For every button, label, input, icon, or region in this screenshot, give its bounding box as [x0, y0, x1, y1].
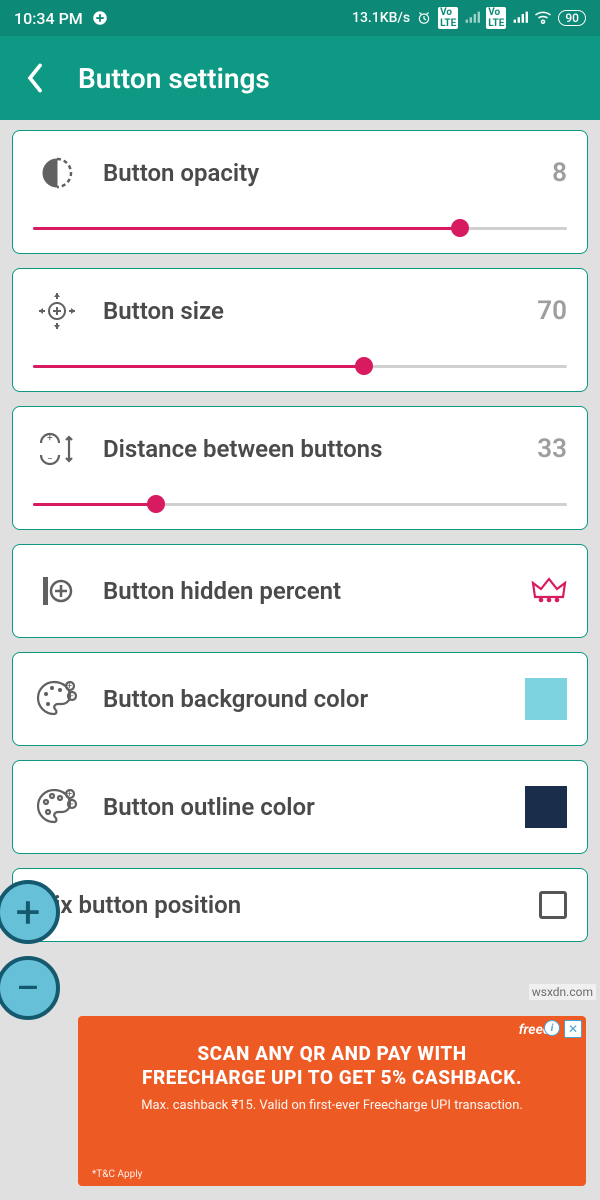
crown-icon	[531, 575, 567, 607]
title-bar: Button settings	[0, 36, 600, 120]
setting-opacity[interactable]: Button opacity 8	[12, 130, 588, 254]
svg-text:−: −	[69, 692, 74, 702]
distance-icon: +−	[33, 425, 81, 473]
signal-icon-2	[512, 11, 528, 25]
fix-position-label: Fix button position	[41, 891, 517, 919]
opacity-label: Button opacity	[103, 159, 530, 187]
settings-list: Button opacity 8 Button size 70 +− Dista…	[0, 120, 600, 942]
setting-hidden-percent[interactable]: Button hidden percent	[12, 544, 588, 638]
opacity-icon	[33, 149, 81, 197]
bg-color-swatch[interactable]	[525, 678, 567, 720]
palette-outline-icon: +−	[33, 783, 81, 831]
status-bar: 10:34 PM 13.1KB/s VoLTE VoLTE 90	[0, 0, 600, 36]
floating-zoom-out[interactable]: −	[0, 956, 60, 1020]
opacity-slider[interactable]	[33, 219, 567, 237]
svg-text:+: +	[47, 433, 53, 444]
signal-icon-1	[464, 11, 480, 25]
distance-slider[interactable]	[33, 495, 567, 513]
wifi-icon	[534, 11, 552, 25]
opacity-value: 8	[552, 158, 567, 188]
setting-distance[interactable]: +− Distance between buttons 33	[12, 406, 588, 530]
battery-indicator: 90	[558, 10, 586, 26]
distance-value: 33	[537, 434, 567, 464]
distance-label: Distance between buttons	[103, 435, 515, 463]
palette-icon: +−	[33, 675, 81, 723]
watermark: wsxdn.com	[529, 984, 596, 1000]
svg-text:+: +	[67, 790, 72, 800]
outline-color-swatch[interactable]	[525, 786, 567, 828]
ad-headline-2: FREECHARGE UPI TO GET 5% CASHBACK.	[98, 1066, 566, 1090]
setting-size[interactable]: Button size 70	[12, 268, 588, 392]
volte-badge-1: VoLTE	[438, 7, 458, 29]
setting-outline-color[interactable]: +− Button outline color	[12, 760, 588, 854]
page-title: Button settings	[78, 62, 270, 95]
outline-color-label: Button outline color	[103, 793, 503, 821]
bg-color-label: Button background color	[103, 685, 503, 713]
hidden-label: Button hidden percent	[103, 577, 509, 605]
hidden-icon	[33, 567, 81, 615]
volte-badge-2: VoLTE	[486, 7, 506, 29]
alarm-icon	[416, 10, 432, 26]
ad-info-icon[interactable]: i	[544, 1020, 560, 1036]
ad-close-icon[interactable]: ✕	[564, 1020, 582, 1038]
svg-text:+: +	[67, 682, 72, 692]
setting-fix-position[interactable]: Fix button position	[12, 868, 588, 942]
size-label: Button size	[103, 297, 515, 325]
ad-banner[interactable]: freec i ✕ SCAN ANY QR AND PAY WITH FREEC…	[78, 1016, 586, 1186]
size-value: 70	[537, 296, 567, 326]
ad-subtext: Max. cashback ₹15. Valid on first-ever F…	[98, 1098, 566, 1113]
plus-circle-icon	[91, 9, 109, 27]
ad-tnc: *T&C Apply	[92, 1169, 142, 1180]
setting-bg-color[interactable]: +− Button background color	[12, 652, 588, 746]
size-slider[interactable]	[33, 357, 567, 375]
back-button[interactable]	[20, 63, 50, 93]
size-icon	[33, 287, 81, 335]
svg-text:−: −	[47, 454, 53, 465]
fix-position-checkbox[interactable]	[539, 891, 567, 919]
ad-headline-1: SCAN ANY QR AND PAY WITH	[98, 1042, 566, 1066]
status-time: 10:34 PM	[14, 9, 83, 28]
svg-text:−: −	[69, 800, 74, 810]
status-netspeed: 13.1KB/s	[352, 10, 410, 26]
